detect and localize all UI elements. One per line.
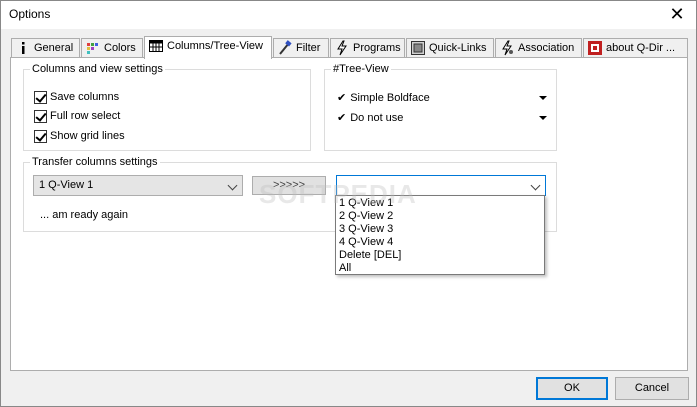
group-title: Columns and view settings <box>30 62 165 76</box>
ok-button[interactable]: OK <box>536 377 608 400</box>
tab-about-q-dir[interactable]: about Q-Dir ... <box>583 38 688 58</box>
tab-association-label: Association <box>518 42 575 55</box>
about-icon <box>587 40 603 56</box>
dropdown-option[interactable]: 3 Q-View 3 <box>336 223 544 236</box>
tree-view-mode-selector[interactable]: ✔ Do not use <box>337 110 547 126</box>
source-view-value: 1 Q-View 1 <box>39 179 94 191</box>
tab-programs-label: Programs <box>353 42 401 55</box>
options-window: Options ✕ General Colors Columns/Tree-Vi… <box>0 0 697 407</box>
chevron-down-icon <box>530 180 541 191</box>
brush-filter-icon <box>277 40 293 56</box>
save-columns-checkbox[interactable]: Save columns <box>34 89 119 105</box>
dropdown-option[interactable]: All <box>336 262 544 275</box>
checkbox-checked[interactable] <box>34 129 47 143</box>
dropdown-option[interactable]: Delete [DEL] <box>336 249 544 262</box>
close-icon[interactable]: ✕ <box>664 2 690 26</box>
tab-general-label: General <box>34 42 74 55</box>
dropdown-option[interactable]: 4 Q-View 4 <box>336 236 544 249</box>
show-grid-lines-label: Show grid lines <box>50 130 125 143</box>
tab-quick-links-label: Quick-Links <box>429 42 487 55</box>
check-icon: ✔ <box>337 112 347 124</box>
group-title: Transfer columns settings <box>30 155 160 169</box>
tree-view-group: #Tree-View ✔ Simple Boldface ✔ Do not use <box>324 62 557 151</box>
dropdown-option[interactable]: 2 Q-View 2 <box>336 210 544 223</box>
checkbox-checked[interactable] <box>34 109 47 123</box>
tab-columns-tree-view[interactable]: Columns/Tree-View <box>144 36 272 59</box>
watermark: SOFTPEDIA <box>259 179 417 209</box>
chevron-down-icon <box>227 180 238 191</box>
tab-filter[interactable]: Filter <box>273 38 329 58</box>
full-row-select-checkbox[interactable]: Full row select <box>34 108 120 124</box>
show-grid-lines-checkbox[interactable]: Show grid lines <box>34 128 125 144</box>
association-icon <box>499 40 515 56</box>
dropdown-arrow-icon[interactable] <box>539 116 547 120</box>
tab-quick-links[interactable]: Quick-Links <box>406 38 494 58</box>
tab-about-q-dir-label: about Q-Dir ... <box>606 42 676 55</box>
color-palette-icon <box>85 40 101 56</box>
columns-view-settings-group: Columns and view settings Save columns F… <box>23 62 311 151</box>
title-bar[interactable]: Options ✕ <box>1 1 696 29</box>
window-title: Options <box>9 7 51 21</box>
tab-general[interactable]: General <box>11 38 80 58</box>
full-row-select-label: Full row select <box>50 110 121 123</box>
tab-filter-label: Filter <box>296 42 321 55</box>
cancel-button[interactable]: Cancel <box>615 377 689 400</box>
checkbox-checked[interactable] <box>34 90 47 104</box>
programs-icon <box>334 40 350 56</box>
tree-view-font-value: Simple Boldface <box>350 92 430 104</box>
tab-colors[interactable]: Colors <box>81 38 143 58</box>
columns-grid-icon <box>148 38 164 54</box>
tab-colors-label: Colors <box>104 42 136 55</box>
save-columns-label: Save columns <box>50 91 120 104</box>
tab-programs[interactable]: Programs <box>330 38 405 58</box>
status-text: ... am ready again <box>40 209 129 221</box>
dropdown-arrow-icon[interactable] <box>539 96 547 100</box>
quick-links-icon <box>410 40 426 56</box>
tree-view-mode-value: Do not use <box>350 112 404 124</box>
info-icon <box>15 40 31 56</box>
check-icon: ✔ <box>337 92 347 104</box>
tab-association[interactable]: Association <box>495 38 582 58</box>
tree-view-font-selector[interactable]: ✔ Simple Boldface <box>337 90 547 106</box>
source-view-combo[interactable]: 1 Q-View 1 <box>33 175 243 196</box>
tab-columns-tree-view-label: Columns/Tree-View <box>167 40 263 53</box>
group-title: #Tree-View <box>331 62 391 76</box>
